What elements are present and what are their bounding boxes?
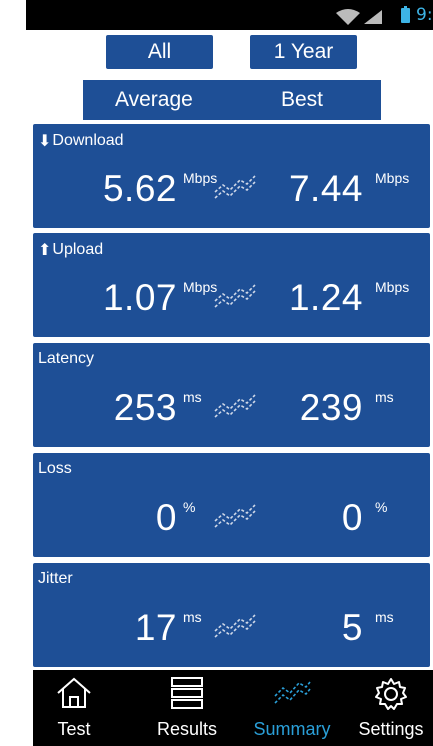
tab-label: Test — [57, 719, 91, 739]
upload-best-unit: Mbps — [375, 279, 410, 295]
tab-results[interactable]: Results — [137, 670, 237, 746]
download-average-value: 5.62 — [102, 168, 177, 209]
jitter-best-value: 5 — [341, 607, 363, 648]
tab-label: Settings — [358, 719, 424, 739]
bottom-tab-bar: Test Results Summary Settings — [33, 670, 433, 746]
upload-average-value: 1.07 — [102, 277, 177, 318]
upload-best-value: 1.24 — [288, 277, 363, 318]
battery-icon — [401, 6, 410, 23]
status-bar: 9:46 — [26, 0, 433, 30]
tab-label: Results — [156, 719, 218, 739]
jitter-average-unit: ms — [183, 609, 202, 625]
latency-average-value: 253 — [113, 387, 177, 428]
chart-line-icon — [214, 175, 256, 199]
gear-icon — [375, 678, 407, 710]
metric-title: Upload — [52, 241, 104, 258]
chart-line-icon — [214, 614, 256, 638]
column-header: Average Best — [83, 80, 381, 120]
latency-best-value: 239 — [299, 387, 363, 428]
arrow-up-icon: ⬆ — [38, 242, 52, 259]
list-icon — [171, 677, 203, 709]
download-card[interactable]: ⬇ Download 5.62 Mbps 7.44 Mbps — [33, 124, 430, 228]
latency-title: Latency — [38, 350, 94, 368]
chart-line-icon — [214, 504, 256, 528]
jitter-best-unit: ms — [375, 609, 394, 625]
loss-card[interactable]: Loss 0 % 0 % — [33, 453, 430, 557]
tab-label: Summary — [253, 719, 331, 739]
jitter-card[interactable]: Jitter 17 ms 5 ms — [33, 563, 430, 667]
latency-card[interactable]: Latency 253 ms 239 ms — [33, 343, 430, 447]
download-best-value: 7.44 — [288, 168, 363, 209]
loss-best-unit: % — [375, 499, 388, 515]
jitter-average-value: 17 — [134, 607, 177, 648]
tab-test[interactable]: Test — [33, 670, 115, 746]
wifi-signal-icon — [336, 9, 382, 25]
loss-average-unit: % — [183, 499, 196, 515]
loss-title: Loss — [38, 460, 72, 478]
upload-title: ⬆ Upload — [38, 240, 103, 260]
metric-title: Download — [52, 132, 124, 149]
chart-line-icon — [214, 394, 256, 418]
latency-best-unit: ms — [375, 389, 394, 405]
metric-title: Latency — [38, 350, 95, 367]
download-best-unit: Mbps — [375, 170, 410, 186]
tab-summary[interactable]: Summary — [241, 670, 343, 746]
latency-average-unit: ms — [183, 389, 202, 405]
best-column-label: Best — [281, 88, 324, 111]
average-column-label: Average — [115, 88, 193, 111]
upload-card[interactable]: ⬆ Upload 1.07 Mbps 1.24 Mbps — [33, 233, 430, 337]
jitter-title: Jitter — [38, 570, 73, 588]
metric-title: Loss — [38, 460, 72, 477]
filter-all-button[interactable]: All — [106, 35, 213, 69]
loss-best-value: 0 — [341, 497, 363, 538]
status-time: 9:46 — [416, 5, 433, 25]
tab-settings[interactable]: Settings — [349, 670, 433, 746]
home-icon — [57, 677, 91, 708]
chart-line-icon — [214, 284, 256, 308]
metric-title: Jitter — [38, 570, 73, 587]
filter-1-year-button[interactable]: 1 Year — [250, 35, 357, 69]
loss-average-value: 0 — [155, 497, 177, 538]
download-title: ⬇ Download — [38, 131, 124, 151]
arrow-down-icon: ⬇ — [38, 133, 52, 150]
chart-line-icon — [274, 681, 311, 704]
